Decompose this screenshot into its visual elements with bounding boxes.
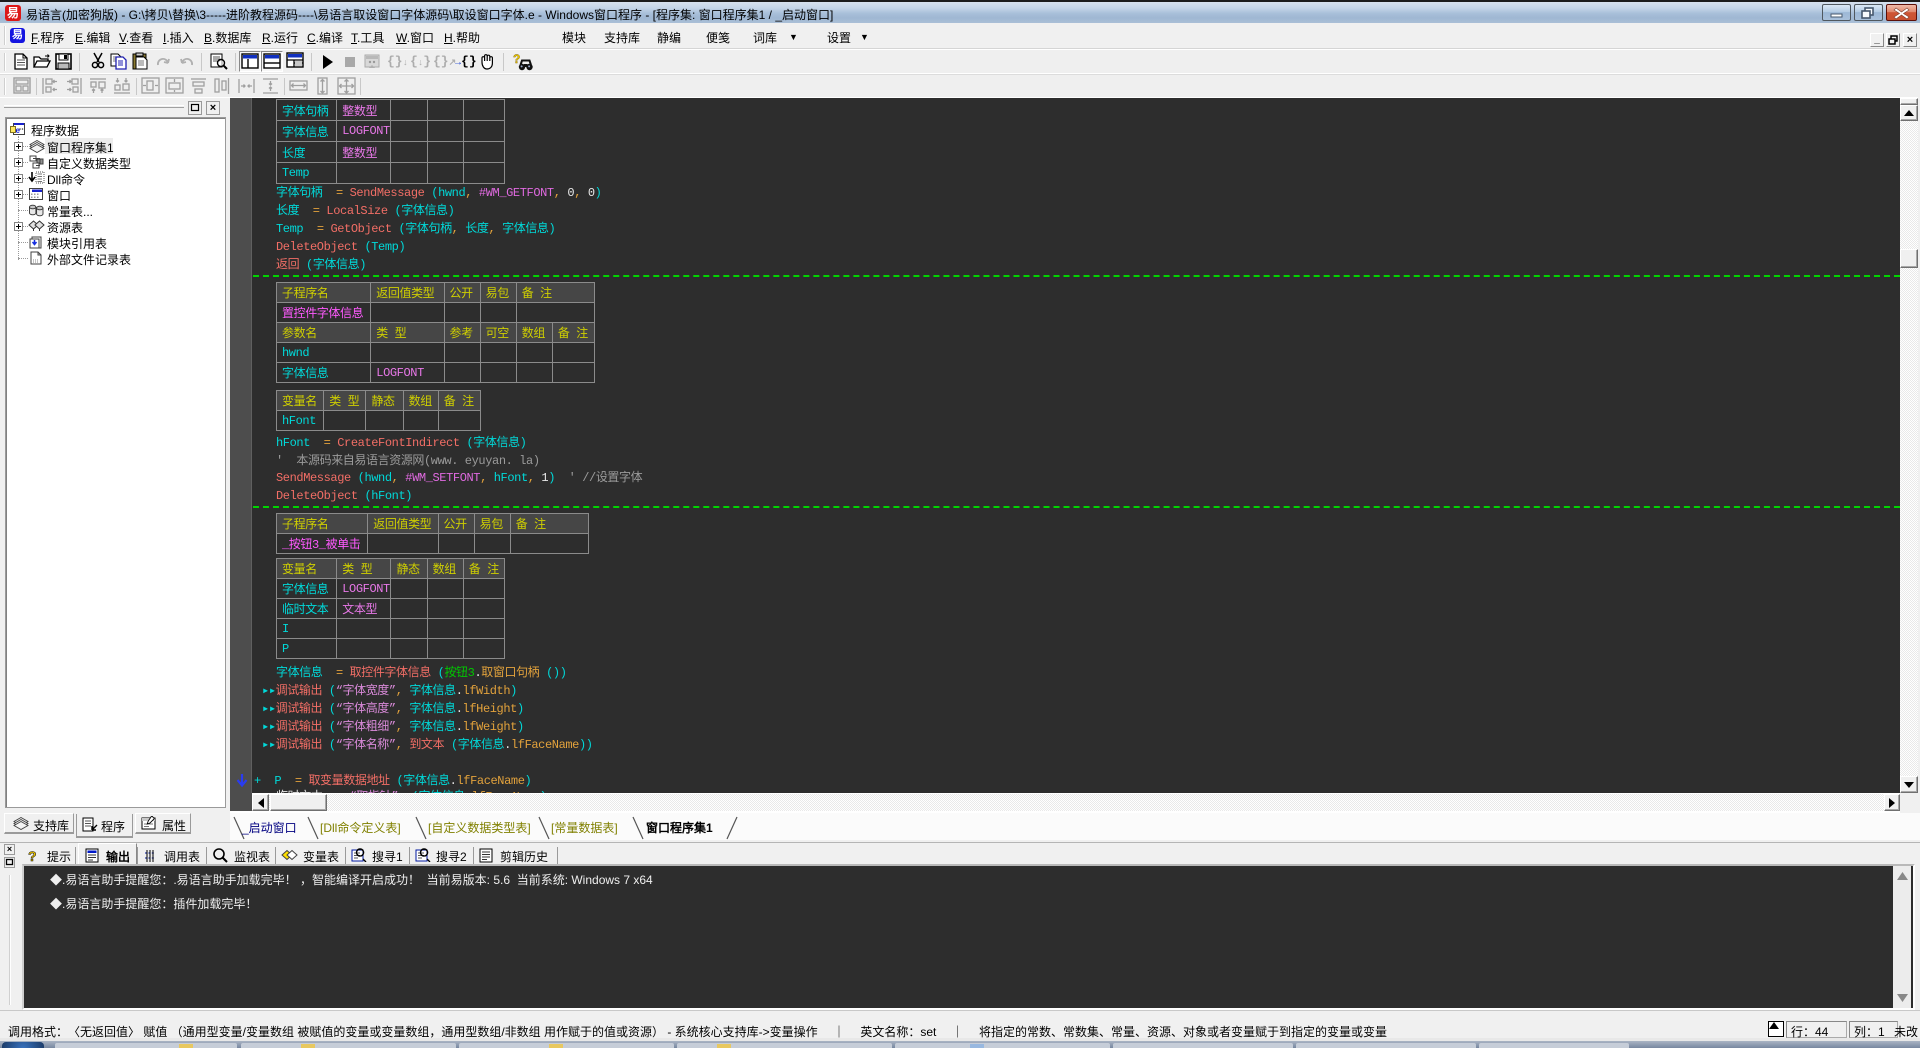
svg-text:e: e (16, 126, 21, 135)
svg-text:?: ? (28, 848, 37, 863)
svg-text:?: ? (513, 52, 520, 66)
